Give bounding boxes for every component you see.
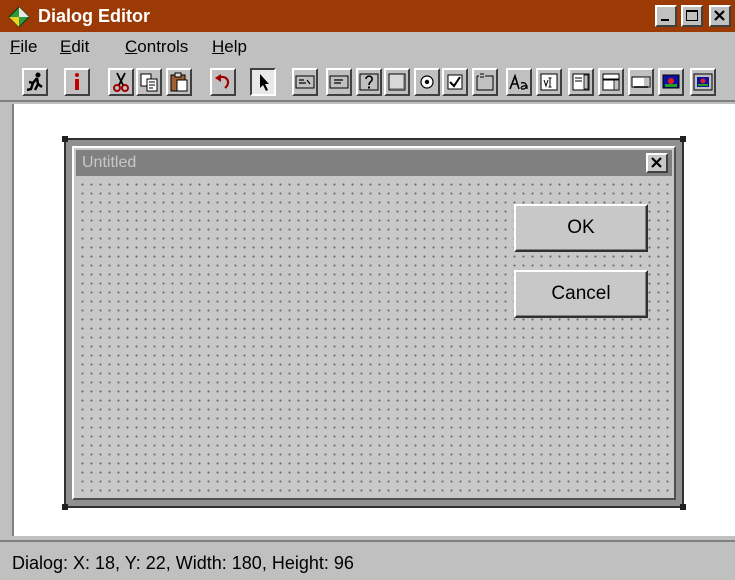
menu-controls-label: ontrols: [137, 37, 189, 56]
menu-edit[interactable]: Edit: [60, 37, 89, 57]
ok-button-tool[interactable]: [292, 68, 318, 96]
resize-handle[interactable]: [62, 504, 68, 510]
dialog-title-bar[interactable]: Untitled: [76, 150, 672, 176]
combo-box-tool[interactable]: [598, 68, 624, 96]
push-button-tool-icon: [388, 73, 406, 91]
text-box-tool[interactable]: [536, 68, 562, 96]
minimize-button[interactable]: [655, 5, 677, 27]
copy-button[interactable]: [136, 68, 162, 96]
drop-list-tool[interactable]: [628, 68, 654, 96]
info-button[interactable]: [64, 68, 90, 96]
close-button[interactable]: [709, 5, 731, 27]
ok-button-tool-icon: [295, 75, 315, 89]
menu-help[interactable]: Help: [212, 37, 247, 57]
pointer-select-button[interactable]: [250, 68, 276, 96]
picture-tool[interactable]: [658, 68, 684, 96]
dialog-body: Untitled OK Cancel: [72, 146, 676, 500]
help-button-tool[interactable]: [356, 68, 382, 96]
pointer-select-icon: [260, 74, 269, 91]
menu-file[interactable]: File: [10, 37, 37, 57]
menu-file-label: ile: [20, 37, 38, 56]
copy-icon: [140, 73, 158, 92]
title-bar[interactable]: Dialog Editor: [0, 0, 735, 32]
menu-bar: File Edit Controls Help: [0, 32, 735, 62]
diamond-app-icon[interactable]: [8, 6, 30, 28]
cancel-button-tool[interactable]: [326, 68, 352, 96]
combo-box-tool-icon: [602, 73, 620, 91]
help-button-tool-icon: [359, 73, 379, 91]
text-tool[interactable]: [506, 68, 532, 96]
resize-handle[interactable]: [680, 136, 686, 142]
dialog-editor-window: Dialog Editor File Edit Controls Help Un…: [0, 0, 735, 580]
run-dialog-button[interactable]: [22, 68, 48, 96]
group-box-tool-icon: [476, 73, 494, 91]
maximize-button[interactable]: [681, 5, 703, 27]
paste-button[interactable]: [166, 68, 192, 96]
cut-icon: [113, 72, 129, 92]
close-icon: [714, 10, 725, 21]
list-box-tool[interactable]: [568, 68, 594, 96]
menu-help-mnemonic: H: [212, 37, 225, 56]
cut-button[interactable]: [108, 68, 134, 96]
text-box-tool-icon: [540, 73, 558, 91]
group-box-tool[interactable]: [472, 68, 498, 96]
maximize-icon: [686, 10, 698, 21]
dialog-title: Untitled: [82, 154, 137, 171]
resize-handle[interactable]: [62, 136, 68, 142]
status-bar: Dialog: X: 18, Y: 22, Width: 180, Height…: [0, 540, 735, 580]
resize-handle[interactable]: [680, 504, 686, 510]
checkbox-tool[interactable]: [442, 68, 468, 96]
option-button-tool-icon: [420, 75, 434, 89]
menu-help-label: elp: [224, 37, 247, 56]
drop-list-tool-icon: [631, 76, 651, 88]
dialog-grid-canvas[interactable]: OK Cancel: [76, 178, 672, 496]
run-dialog-icon: [26, 72, 43, 92]
menu-controls[interactable]: Controls: [125, 37, 188, 57]
menu-edit-mnemonic: E: [60, 37, 72, 56]
info-icon: [75, 73, 79, 90]
picture-tool-icon: [662, 74, 680, 89]
option-button-tool[interactable]: [414, 68, 440, 96]
list-box-tool-icon: [572, 73, 590, 91]
menu-file-mnemonic: F: [10, 37, 21, 56]
push-button-tool[interactable]: [384, 68, 410, 96]
cancel-button-tool-icon: [329, 75, 349, 89]
close-icon: [651, 157, 662, 168]
undo-button[interactable]: [210, 68, 236, 96]
window-title: Dialog Editor: [38, 6, 150, 26]
status-text: Dialog: X: 18, Y: 22, Width: 180, Height…: [12, 553, 354, 573]
menu-controls-mnemonic: C: [125, 37, 138, 56]
toolbar: [0, 62, 735, 102]
undo-icon: [215, 74, 230, 89]
picture-button-tool-icon: [693, 73, 713, 91]
paste-icon: [170, 72, 188, 92]
ok-button[interactable]: OK: [514, 204, 648, 252]
picture-button-tool[interactable]: [690, 68, 716, 96]
minimize-icon: [661, 19, 669, 21]
menu-edit-label: dit: [71, 37, 90, 56]
cancel-button[interactable]: Cancel: [514, 270, 648, 318]
text-tool-icon: [509, 73, 528, 90]
edited-dialog[interactable]: Untitled OK Cancel: [62, 136, 686, 510]
checkbox-tool-icon: [447, 74, 463, 90]
dialog-close-button[interactable]: [646, 153, 668, 173]
